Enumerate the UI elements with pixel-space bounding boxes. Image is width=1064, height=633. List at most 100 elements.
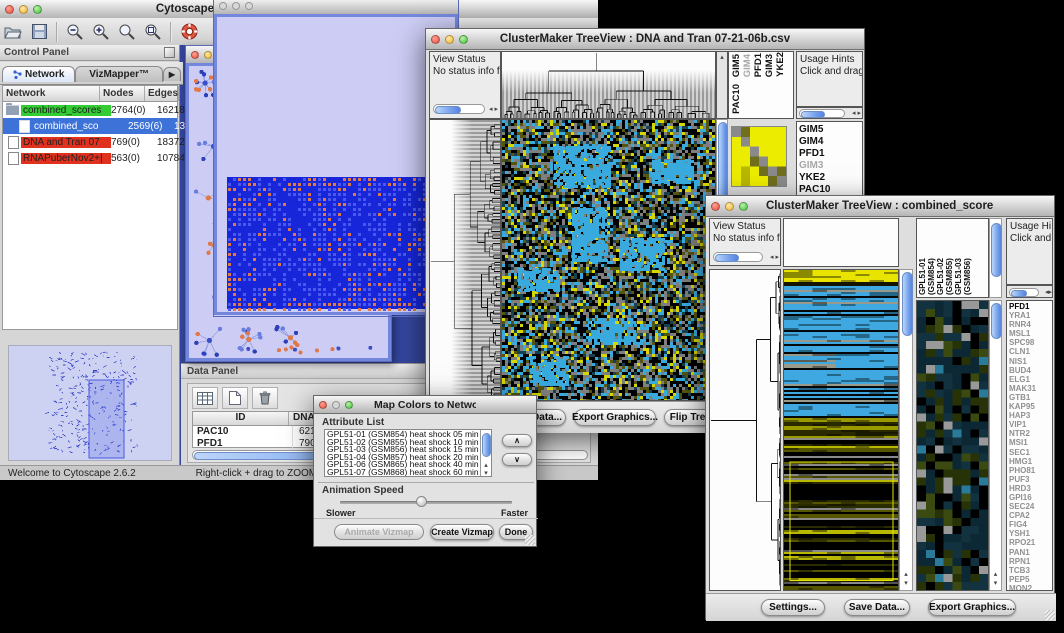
zoom-in-icon[interactable]: [88, 21, 114, 43]
gene-label[interactable]: BUD4: [1007, 366, 1052, 375]
float-panel-icon[interactable]: [164, 47, 175, 58]
gene-label[interactable]: PEP5: [1007, 575, 1052, 584]
column-label[interactable]: GIM4: [742, 54, 753, 79]
network-table-row[interactable]: combined_scores 2764(0) 16218(0): [3, 102, 177, 118]
tv2-column-dendrogram[interactable]: [783, 218, 899, 267]
gene-label[interactable]: ELG1: [1007, 375, 1052, 384]
network-table-row[interactable]: RNAPuberNov2+| 563(0) 107847(0): [3, 150, 177, 166]
gene-label[interactable]: HAP3: [1007, 411, 1052, 420]
gene-label[interactable]: GPI16: [1007, 493, 1052, 502]
scroll-arrows[interactable]: ▾: [990, 580, 1001, 587]
tv2-labels-vscrollbar[interactable]: [989, 218, 1002, 298]
column-label[interactable]: PAC10: [731, 84, 742, 116]
move-up-button[interactable]: ∧: [502, 434, 532, 447]
tv2-heatmap-canvas[interactable]: [783, 269, 899, 591]
gene-label[interactable]: NTR2: [1007, 429, 1052, 438]
tv2-save-data-button[interactable]: Save Data...: [844, 599, 910, 616]
gene-label[interactable]: HRD3: [1007, 484, 1052, 493]
dialog-titlebar[interactable]: Map Colors to Network: [314, 396, 536, 414]
gene-label[interactable]: GIM5: [797, 124, 862, 136]
column-label[interactable]: GIM3: [764, 54, 775, 79]
close-button[interactable]: [191, 51, 199, 59]
network-table-row[interactable]: combined_sco 2569(6) 13112(15): [3, 118, 177, 134]
resize-grip[interactable]: [525, 535, 535, 545]
gene-label[interactable]: GTB1: [1007, 393, 1052, 402]
column-label[interactable]: PFD1: [753, 53, 764, 79]
close-button[interactable]: [5, 5, 14, 14]
scroll-arrows[interactable]: ▴: [481, 462, 491, 469]
tv1-detail-heatmap[interactable]: [731, 126, 787, 187]
gene-label[interactable]: CLN1: [1007, 347, 1052, 356]
close-button[interactable]: [319, 401, 327, 409]
gene-label[interactable]: SPC98: [1007, 338, 1052, 347]
gene-label[interactable]: YSH1: [1007, 529, 1052, 538]
tv1-column-dendrogram[interactable]: [501, 51, 716, 119]
zoom-fit-icon[interactable]: [140, 21, 166, 43]
tv2-detail-heatmap[interactable]: [916, 300, 989, 591]
gene-label[interactable]: PFD1: [797, 148, 862, 160]
gene-label[interactable]: NIS1: [1007, 357, 1052, 366]
slider-thumb[interactable]: [416, 496, 427, 507]
tv2-row-dendrogram[interactable]: [709, 269, 781, 591]
tv2-heatmap-vscrollbar[interactable]: ▴ ▾: [899, 269, 913, 591]
resize-grip[interactable]: [1045, 610, 1055, 620]
tv1-status-hscrollbar[interactable]: [433, 104, 485, 114]
scroll-arrows[interactable]: ▴: [717, 54, 727, 61]
gene-label[interactable]: CPA2: [1007, 511, 1052, 520]
gene-label[interactable]: PAN1: [1007, 548, 1052, 557]
tv2-detail-vscrollbar[interactable]: ▴ ▾: [989, 300, 1002, 591]
zoom-button[interactable]: [739, 202, 748, 211]
tv2-export-graphics-button[interactable]: Export Graphics...: [928, 599, 1016, 616]
zoom-button[interactable]: [459, 35, 468, 44]
gene-label[interactable]: KAP95: [1007, 402, 1052, 411]
gene-label[interactable]: RPO21: [1007, 538, 1052, 547]
scroll-arrows[interactable]: ◂ ▸: [848, 110, 861, 117]
gene-label[interactable]: SEC1: [1007, 448, 1052, 457]
gene-label[interactable]: PFD1: [1007, 302, 1052, 311]
tv2-usage-hscrollbar[interactable]: [1009, 288, 1039, 297]
scroll-arrows[interactable]: ◂▸: [1039, 289, 1052, 296]
close-button[interactable]: [431, 35, 440, 44]
attribute-table-icon[interactable]: [192, 387, 218, 409]
tv2-status-hscrollbar[interactable]: [713, 252, 763, 262]
treeview1-titlebar[interactable]: ClusterMaker TreeView : DNA and Tran 07-…: [426, 29, 864, 50]
tv1-row-dendrogram[interactable]: [429, 119, 501, 401]
gene-label[interactable]: RNR4: [1007, 320, 1052, 329]
tab-overflow-arrow[interactable]: ▶: [163, 67, 181, 81]
zoom-button[interactable]: [245, 2, 253, 10]
minimize-button[interactable]: [445, 35, 454, 44]
gene-label[interactable]: MSI1: [1007, 438, 1052, 447]
network-overview-panel[interactable]: [8, 345, 172, 461]
tv1-export-graphics-button[interactable]: Export Graphics...: [574, 409, 656, 426]
gene-label[interactable]: HMG1: [1007, 457, 1052, 466]
tab-network[interactable]: Network: [2, 66, 75, 82]
minimize-button[interactable]: [204, 51, 212, 59]
gene-label[interactable]: MSL1: [1007, 329, 1052, 338]
new-attribute-icon[interactable]: [222, 387, 248, 409]
gene-label[interactable]: YKE2: [797, 172, 862, 184]
gene-label[interactable]: VIP1: [1007, 420, 1052, 429]
attribute-list-vscrollbar[interactable]: ▴ ▾: [480, 430, 491, 477]
gene-label[interactable]: YRA1: [1007, 311, 1052, 320]
minimize-button[interactable]: [19, 5, 28, 14]
close-button[interactable]: [711, 202, 720, 211]
network-table-header[interactable]: Network Nodes Edges: [3, 86, 177, 102]
attribute-list-item[interactable]: GPL51-07 (GSM868) heat shock 60 min: [327, 469, 489, 477]
id-column-header[interactable]: ID: [193, 412, 289, 425]
gene-label[interactable]: MAK31: [1007, 384, 1052, 393]
minimize-button[interactable]: [725, 202, 734, 211]
gene-label[interactable]: GIM3: [797, 160, 862, 172]
network-table-row[interactable]: DNA and Tran 07 769(0) 183728(0): [3, 134, 177, 150]
gene-label[interactable]: PHO81: [1007, 466, 1052, 475]
gene-label[interactable]: FIG4: [1007, 520, 1052, 529]
open-file-icon[interactable]: [0, 21, 26, 43]
animate-vizmap-button[interactable]: Animate Vizmap: [334, 524, 424, 540]
column-label[interactable]: YKE2: [775, 52, 786, 79]
zoom-actual-icon[interactable]: [114, 21, 140, 43]
gene-label[interactable]: MON2: [1007, 584, 1052, 591]
gene-label[interactable]: SEC24: [1007, 502, 1052, 511]
scroll-arrows[interactable]: ▴: [990, 571, 1001, 578]
move-down-button[interactable]: ∨: [502, 453, 532, 466]
dense-network-canvas[interactable]: [214, 14, 458, 315]
save-icon[interactable]: [26, 21, 52, 43]
